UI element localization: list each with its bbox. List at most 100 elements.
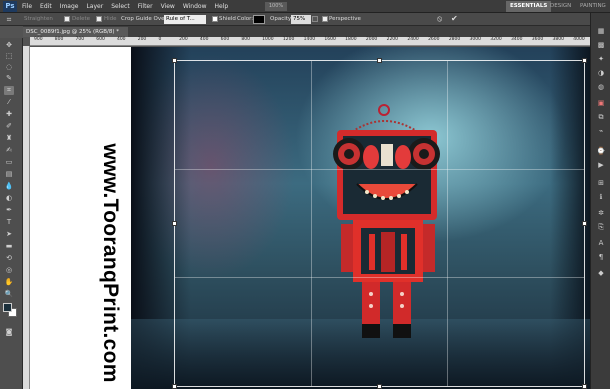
swatches-panel-icon[interactable]: ▩	[596, 41, 606, 50]
brush-tool-icon[interactable]: ✐	[4, 122, 14, 131]
crop-handle-top-right[interactable]	[582, 58, 587, 63]
options-bar: ⌗ Straighten Delete Hide Crop Guide Over…	[0, 13, 610, 26]
crop-handle-bottom-left[interactable]	[172, 384, 177, 389]
hide-radio[interactable]	[96, 16, 102, 22]
document-tab[interactable]: DSC_0089f1.jpg @ 25% (RGB/8) *	[23, 27, 128, 37]
foreground-color-swatch[interactable]	[3, 303, 12, 312]
ruler-tick-label: 600	[96, 37, 105, 42]
type-tool-icon[interactable]: T	[4, 218, 14, 227]
quick-mask-icon[interactable]: ◙	[4, 328, 14, 337]
color-panel-icon[interactable]: ▦	[596, 27, 606, 36]
history-panel-icon[interactable]: ⌚	[596, 147, 606, 156]
dodge-tool-icon[interactable]: ◐	[4, 194, 14, 203]
color-label: Color:	[237, 16, 254, 22]
channels-panel-icon[interactable]: ⧉	[596, 113, 606, 122]
cancel-crop-icon[interactable]: ⦸	[437, 14, 442, 24]
healing-brush-tool-icon[interactable]: ✚	[4, 110, 14, 119]
crop-guide-overlay-select[interactable]: Rule of T...	[164, 15, 206, 24]
masks-panel-icon[interactable]: ◍	[596, 83, 606, 92]
color-swatches[interactable]	[3, 303, 17, 317]
ruler-tick-label: 800	[54, 37, 64, 42]
crop-handle-bottom[interactable]	[376, 384, 382, 389]
document-tab-bar: DSC_0089f1.jpg @ 25% (RGB/8) *	[23, 26, 590, 37]
menu-file[interactable]: File	[22, 3, 32, 10]
3d-camera-tool-icon[interactable]: ◎	[4, 266, 14, 275]
workspace-painting[interactable]: PAINTING	[576, 1, 610, 12]
layers-panel-icon[interactable]: ▣	[596, 99, 606, 108]
menu-edit[interactable]: Edit	[40, 3, 52, 10]
ruler-tick-label: 2000	[365, 37, 378, 42]
ruler-tick-label: 200	[137, 37, 147, 42]
opacity-field[interactable]: 75%	[291, 15, 311, 24]
marquee-tool-icon[interactable]: ⬚	[4, 52, 14, 61]
workspace-design[interactable]: DESIGN	[546, 1, 575, 12]
menu-image[interactable]: Image	[60, 3, 79, 10]
3d-panel-icon[interactable]: ◆	[596, 269, 606, 278]
watermark-text: www.TooranqPrint.com	[99, 143, 122, 383]
delete-radio[interactable]	[64, 16, 70, 22]
shield-checkbox[interactable]	[212, 16, 218, 22]
3d-rotate-tool-icon[interactable]: ⟲	[4, 254, 14, 263]
hand-tool-icon[interactable]: ✋	[4, 278, 14, 287]
paths-panel-icon[interactable]: ⌁	[596, 127, 606, 136]
crop-tool-icon[interactable]: ⌗	[4, 86, 14, 95]
brushes-panel-icon[interactable]: ✲	[596, 209, 606, 218]
ruler-tick-label: 1400	[303, 37, 316, 42]
commit-crop-icon[interactable]: ✔	[451, 14, 458, 23]
ruler-tick-label: 3400	[511, 37, 523, 42]
menu-view[interactable]: View	[161, 3, 175, 10]
crop-handle-right[interactable]	[582, 220, 587, 226]
styles-panel-icon[interactable]: ✦	[596, 55, 606, 64]
eraser-tool-icon[interactable]: ▭	[4, 158, 14, 167]
crop-handle-bottom-right[interactable]	[582, 384, 587, 389]
ruler-tick-label: 1600	[324, 37, 336, 42]
history-brush-tool-icon[interactable]: ✍	[4, 146, 14, 155]
delete-label: Delete	[72, 16, 91, 22]
hide-label: Hide	[104, 16, 117, 22]
navigator-panel-icon[interactable]: ⊞	[596, 179, 606, 188]
thirds-guide-horizontal-2	[175, 277, 584, 279]
actions-panel-icon[interactable]: ▶	[596, 161, 606, 170]
ruler-tick-label: 400	[116, 37, 126, 42]
zoom-tool-icon[interactable]: 🔍	[4, 290, 14, 299]
workspace-essentials[interactable]: ESSENTIALS	[506, 1, 552, 12]
menu-filter[interactable]: Filter	[138, 3, 153, 10]
menu-help[interactable]: Help	[215, 3, 229, 10]
photoshop-logo: Ps	[3, 1, 17, 12]
quick-select-tool-icon[interactable]: ✎	[4, 74, 14, 83]
pen-tool-icon[interactable]: ✒	[4, 206, 14, 215]
vertical-ruler	[23, 46, 30, 389]
crop-tool-preset-icon[interactable]: ⌗	[4, 15, 14, 24]
gradient-tool-icon[interactable]: ▤	[4, 170, 14, 179]
straighten-button[interactable]: Straighten	[24, 16, 53, 22]
zoom-select[interactable]: 100%	[265, 2, 287, 11]
adjustments-panel-icon[interactable]: ◑	[596, 69, 606, 78]
opacity-label: Opacity:	[270, 16, 293, 22]
path-select-tool-icon[interactable]: ➤	[4, 230, 14, 239]
character-panel-icon[interactable]: A	[596, 239, 606, 248]
crop-handle-top[interactable]	[376, 58, 382, 63]
info-panel-icon[interactable]: ℹ	[596, 193, 606, 202]
thirds-guide-horizontal-1	[175, 169, 584, 171]
shape-tool-icon[interactable]: ▬	[4, 242, 14, 251]
menu-select[interactable]: Select	[111, 3, 130, 10]
ruler-tick-label: 600	[220, 37, 230, 42]
watermark-panel: www.TooranqPrint.com	[30, 47, 131, 389]
crop-handle-left[interactable]	[172, 220, 177, 226]
ruler-tick-label: 2600	[428, 37, 440, 42]
crop-bounding-box[interactable]	[172, 58, 587, 389]
opacity-slider-arrow[interactable]	[312, 16, 318, 22]
document-image[interactable]	[131, 47, 590, 389]
perspective-checkbox[interactable]	[322, 16, 328, 22]
eyedropper-tool-icon[interactable]: ⁄	[4, 98, 14, 107]
menu-layer[interactable]: Layer	[86, 3, 103, 10]
clone-stamp-tool-icon[interactable]: ♜	[4, 134, 14, 143]
clone-source-panel-icon[interactable]: ⎘	[596, 223, 606, 232]
paragraph-panel-icon[interactable]: ¶	[596, 253, 606, 262]
shield-color-swatch[interactable]	[253, 15, 265, 24]
crop-handle-top-left[interactable]	[172, 58, 177, 63]
lasso-tool-icon[interactable]: ◌	[4, 63, 14, 72]
menu-window[interactable]: Window	[183, 3, 207, 10]
blur-tool-icon[interactable]: 💧	[4, 182, 14, 191]
move-tool-icon[interactable]: ✥	[4, 41, 14, 50]
